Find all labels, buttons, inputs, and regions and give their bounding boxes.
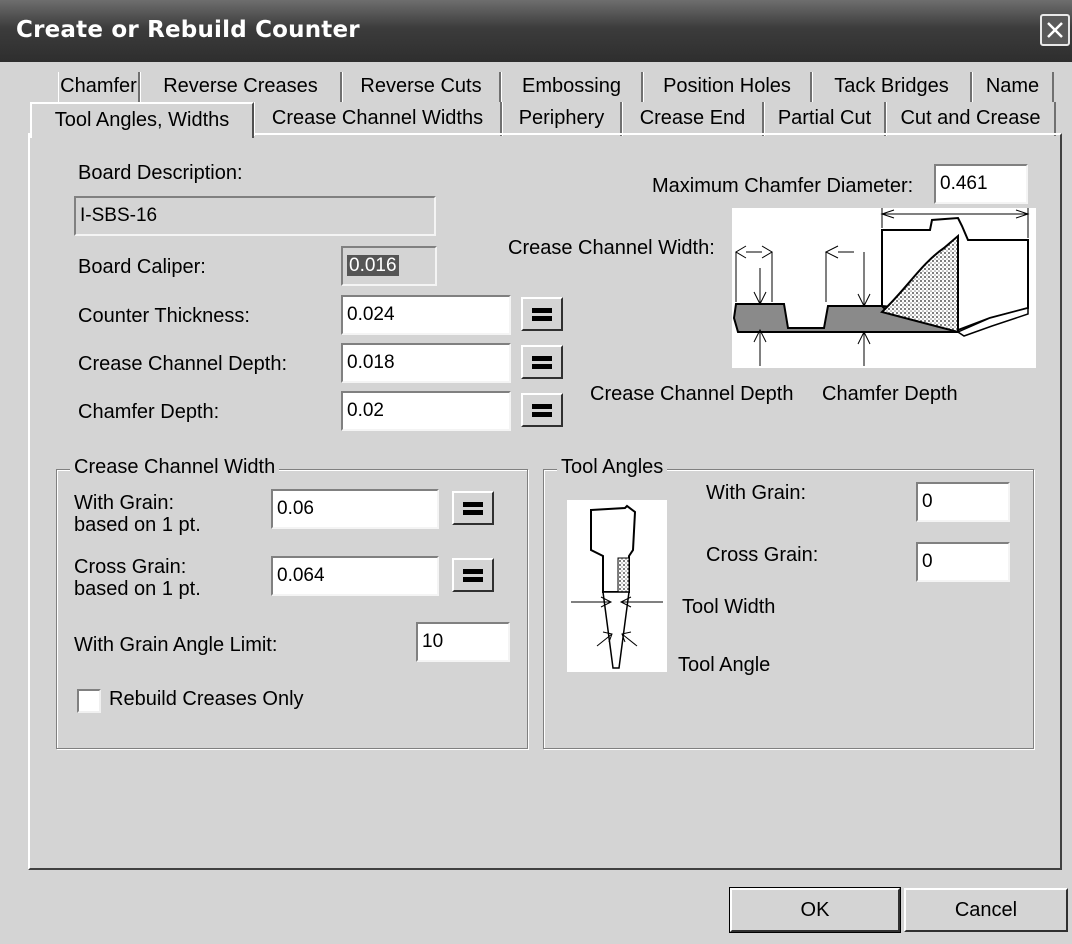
- cross-grain-label-line2: based on 1 pt.: [74, 578, 201, 600]
- window-title: Create or Rebuild Counter: [16, 17, 360, 43]
- tab-tack-bridges[interactable]: Tack Bridges: [812, 72, 972, 102]
- rebuild-creases-only-label[interactable]: Rebuild Creases Only: [109, 688, 304, 711]
- tab-embossing[interactable]: Embossing: [501, 72, 643, 102]
- chamfer-depth-diagram-label: Chamfer Depth: [822, 383, 958, 405]
- board-caliper-value: 0.016: [347, 255, 399, 276]
- cross-grain-width-equals-button[interactable]: [452, 558, 494, 592]
- tool-width-label: Tool Width: [682, 596, 776, 618]
- chamfer-depth-field[interactable]: 0.02: [341, 391, 511, 431]
- tab-crease-channel-widths[interactable]: Crease Channel Widths: [254, 102, 502, 136]
- crease-channel-depth-field[interactable]: 0.018: [341, 343, 511, 383]
- tool-with-grain-angle-field[interactable]: 0: [916, 482, 1010, 522]
- max-chamfer-diameter-field[interactable]: 0.461: [934, 164, 1028, 204]
- crease-channel-depth-equals-button[interactable]: [521, 345, 563, 379]
- tab-reverse-cuts[interactable]: Reverse Cuts: [342, 72, 501, 102]
- with-grain-label-line1: With Grain:: [74, 492, 175, 514]
- max-chamfer-diameter-label: Maximum Chamfer Diameter:: [652, 175, 914, 197]
- title-bar[interactable]: Create or Rebuild Counter: [0, 0, 1072, 62]
- cancel-button[interactable]: Cancel: [904, 888, 1068, 932]
- tab-partial-cut[interactable]: Partial Cut: [764, 102, 886, 136]
- tool-angles-group-title: Tool Angles: [557, 456, 668, 479]
- cross-grain-width-field[interactable]: 0.064: [271, 556, 439, 596]
- tab-periphery[interactable]: Periphery: [502, 102, 622, 136]
- with-grain-label: With Grain: based on 1 pt.: [74, 492, 201, 536]
- profile-diagram: [732, 208, 1036, 368]
- with-grain-angle-limit-label: With Grain Angle Limit:: [74, 634, 278, 656]
- cross-grain-label: Cross Grain: based on 1 pt.: [74, 556, 201, 600]
- rebuild-creases-only-checkbox[interactable]: [77, 689, 101, 713]
- tab-reverse-creases[interactable]: Reverse Creases: [140, 72, 342, 102]
- ok-button[interactable]: OK: [729, 887, 901, 933]
- tool-diagram: [567, 500, 667, 672]
- tab-cut-and-crease[interactable]: Cut and Crease: [886, 102, 1056, 136]
- board-caliper-label: Board Caliper:: [78, 256, 206, 278]
- cross-grain-label-line1: Cross Grain:: [74, 556, 187, 578]
- with-grain-width-field[interactable]: 0.06: [271, 489, 439, 529]
- tab-tool-angles-widths[interactable]: Tool Angles, Widths: [30, 102, 254, 138]
- counter-thickness-equals-button[interactable]: [521, 297, 563, 331]
- counter-thickness-field[interactable]: 0.024: [341, 295, 511, 335]
- with-grain-label-line2: based on 1 pt.: [74, 514, 201, 536]
- crease-channel-depth-diagram-label: Crease Channel Depth: [590, 383, 794, 405]
- chamfer-depth-label: Chamfer Depth:: [78, 401, 220, 423]
- close-icon: [1047, 22, 1063, 38]
- board-description-label: Board Description:: [78, 162, 243, 184]
- with-grain-width-equals-button[interactable]: [452, 491, 494, 525]
- tool-diagram-graphic: [571, 504, 663, 669]
- tool-with-grain-label: With Grain:: [706, 482, 807, 504]
- tool-cross-grain-label: Cross Grain:: [706, 544, 819, 566]
- tab-crease-end[interactable]: Crease End: [622, 102, 764, 136]
- close-button[interactable]: [1040, 14, 1070, 46]
- tab-name[interactable]: Name: [972, 72, 1054, 102]
- tab-chamfer[interactable]: Chamfer: [58, 72, 140, 102]
- counter-thickness-label: Counter Thickness:: [78, 305, 250, 327]
- dialog-window: Create or Rebuild Counter Chamfer Revers…: [0, 0, 1072, 944]
- crease-channel-width-diagram-label: Crease Channel Width:: [508, 237, 715, 259]
- tool-cross-grain-angle-field[interactable]: 0: [916, 542, 1010, 582]
- crease-channel-width-group-title: Crease Channel Width: [70, 456, 280, 479]
- tab-position-holes[interactable]: Position Holes: [643, 72, 812, 102]
- board-caliper-field: 0.016: [341, 246, 437, 286]
- board-description-field: I-SBS-16: [74, 196, 436, 236]
- chamfer-depth-equals-button[interactable]: [521, 393, 563, 427]
- tool-angle-label: Tool Angle: [678, 654, 771, 676]
- profile-diagram-graphic: [732, 208, 1030, 366]
- with-grain-angle-limit-field[interactable]: 10: [416, 622, 510, 662]
- crease-channel-depth-label: Crease Channel Depth:: [78, 353, 288, 375]
